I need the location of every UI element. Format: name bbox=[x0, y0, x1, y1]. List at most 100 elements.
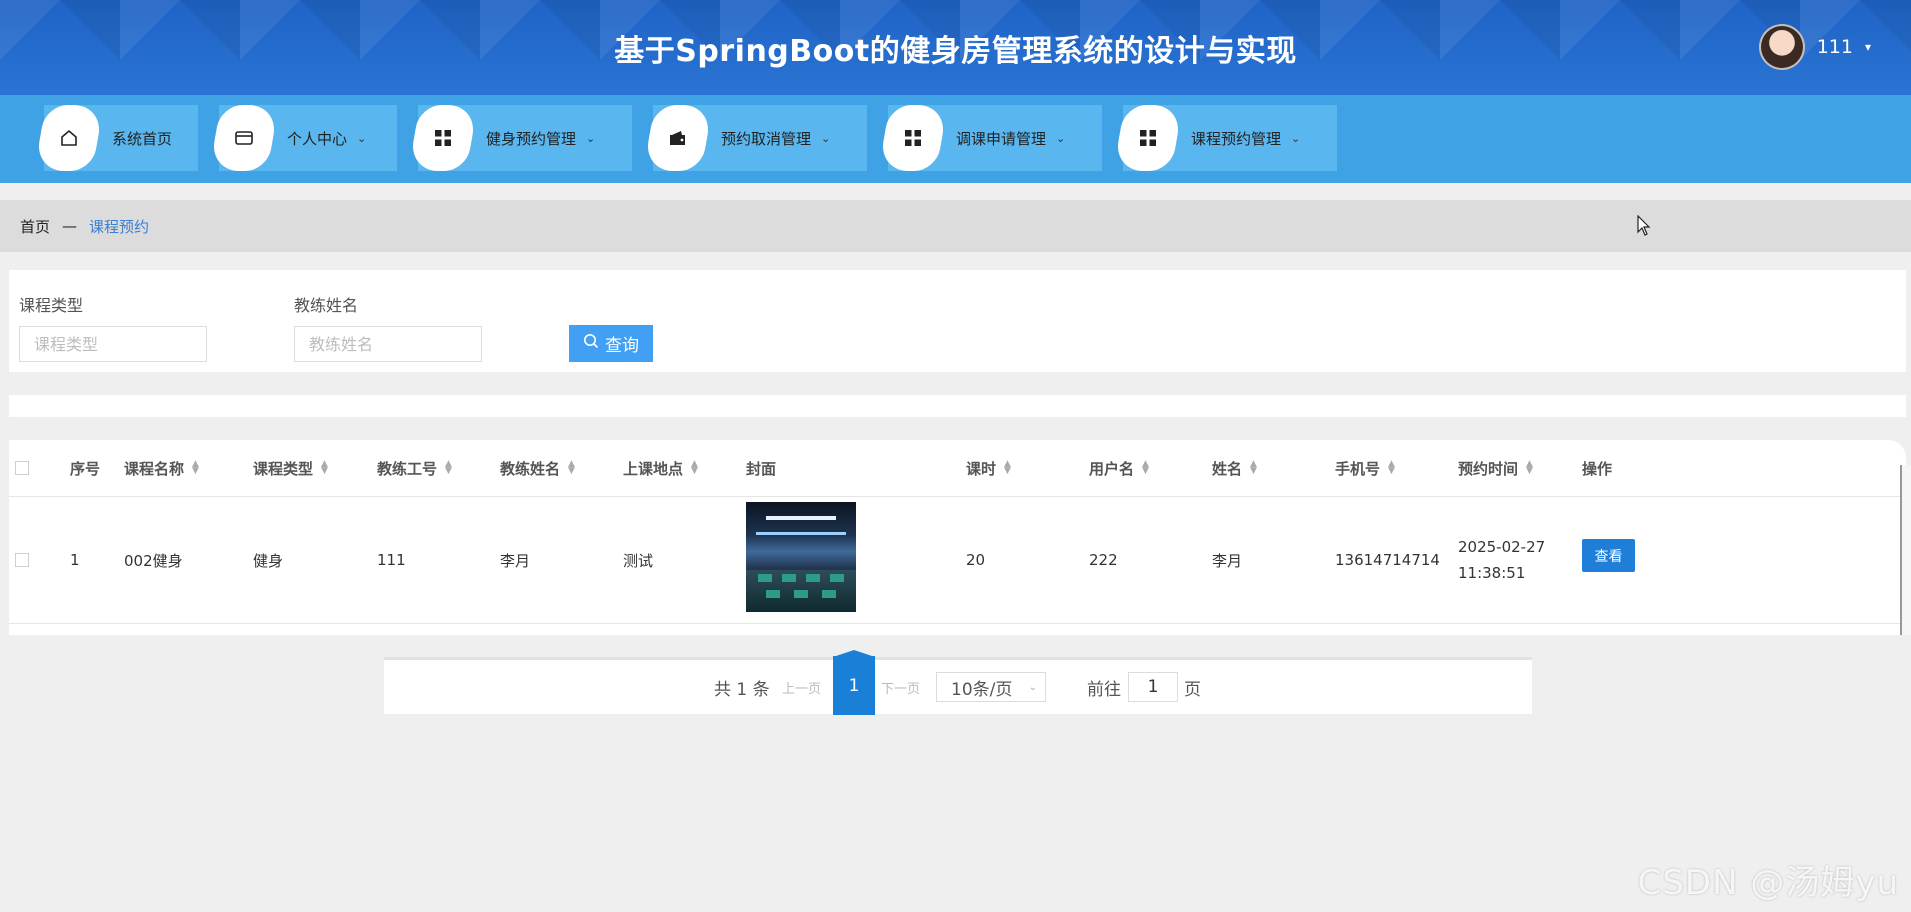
grid-icon bbox=[1139, 129, 1157, 147]
table-row: 1 002健身 健身 111 李月 测试 20 222 李月 136147147… bbox=[9, 497, 1906, 624]
sort-icon: ▲ ▼ bbox=[691, 459, 698, 476]
card-icon bbox=[234, 128, 254, 148]
nav-icon-tile bbox=[408, 105, 478, 171]
search-button-label: 查询 bbox=[605, 336, 639, 356]
column-header[interactable]: 教练姓名 ▲ ▼ bbox=[500, 440, 575, 496]
cell-coach-name: 李月 bbox=[500, 551, 531, 570]
chevron-down-icon: ⌄ bbox=[1056, 131, 1066, 145]
cell-username: 222 bbox=[1089, 551, 1118, 569]
nav-label: 预约取消管理 bbox=[721, 129, 812, 148]
page-title: 基于SpringBoot的健身房管理系统的设计与实现 bbox=[614, 34, 1297, 69]
sort-icon: ▲ ▼ bbox=[568, 459, 575, 476]
toolbar-strip bbox=[9, 395, 1906, 417]
column-header[interactable]: 课程类型 ▲ ▼ bbox=[253, 440, 328, 496]
user-name[interactable]: 111 bbox=[1817, 36, 1853, 58]
home-icon bbox=[59, 128, 79, 148]
view-button[interactable]: 查看 bbox=[1582, 539, 1635, 572]
cell-coach-id: 111 bbox=[377, 551, 406, 569]
column-header[interactable]: 课时 ▲ ▼ bbox=[966, 440, 1011, 496]
chevron-down-icon: ⌄ bbox=[1028, 681, 1037, 693]
nav-item-personal-center[interactable]: 个人中心 ⌄ bbox=[209, 105, 397, 171]
coach-name-field: 教练姓名 bbox=[294, 292, 482, 362]
chevron-down-icon: ⌄ bbox=[821, 131, 831, 145]
select-all-checkbox[interactable] bbox=[15, 461, 29, 475]
sort-icon: ▲ ▼ bbox=[445, 459, 452, 476]
pagination-total: 共 1 条 bbox=[714, 679, 770, 700]
page-number-current[interactable]: 1 bbox=[833, 650, 875, 715]
chevron-down-icon: ⌄ bbox=[586, 131, 596, 145]
nav-label: 课程预约管理 bbox=[1191, 129, 1282, 148]
watermark: CSDN @汤姆yu bbox=[1637, 863, 1899, 903]
course-type-field: 课程类型 bbox=[19, 292, 207, 362]
chevron-down-icon: ⌄ bbox=[1291, 131, 1301, 145]
page-size-value: 10条/页 bbox=[951, 679, 1013, 700]
column-header: 封面 bbox=[746, 459, 777, 478]
nav-item-booking-cancel[interactable]: 预约取消管理 ⌄ bbox=[643, 105, 867, 171]
sort-icon: ▲ ▼ bbox=[321, 459, 328, 476]
cell-hours: 20 bbox=[966, 551, 986, 569]
nav-label: 健身预约管理 bbox=[486, 129, 577, 148]
coach-name-input[interactable] bbox=[294, 326, 482, 362]
prev-page-button[interactable]: 上一页 bbox=[782, 678, 821, 697]
cell-index: 1 bbox=[70, 551, 80, 569]
breadcrumb-current: 课程预约 bbox=[89, 217, 150, 236]
nav-icon-tile bbox=[34, 105, 104, 171]
coach-name-label: 教练姓名 bbox=[294, 296, 359, 315]
page-size-select[interactable]: 10条/页 ⌄ bbox=[936, 672, 1046, 702]
nav-item-course-booking[interactable]: 课程预约管理 ⌄ bbox=[1113, 105, 1337, 171]
column-header[interactable]: 手机号 ▲ ▼ bbox=[1335, 440, 1395, 496]
nav-icon-tile bbox=[209, 105, 279, 171]
search-button[interactable]: 查询 bbox=[569, 325, 653, 362]
column-header[interactable]: 用户名 ▲ ▼ bbox=[1089, 440, 1149, 496]
chevron-down-icon: ⌄ bbox=[357, 131, 367, 145]
search-panel: 课程类型 教练姓名 查询 bbox=[9, 270, 1906, 372]
mouse-cursor-icon bbox=[1637, 214, 1651, 243]
goto-suffix: 页 bbox=[1184, 679, 1201, 700]
nav-item-reschedule[interactable]: 调课申请管理 ⌄ bbox=[878, 105, 1102, 171]
app-header: 基于SpringBoot的健身房管理系统的设计与实现 111 ▾ bbox=[0, 0, 1911, 95]
grid-icon bbox=[904, 129, 922, 147]
nav-icon-tile bbox=[1113, 105, 1183, 171]
caret-down-icon[interactable]: ▾ bbox=[1865, 40, 1871, 54]
nav-label: 系统首页 bbox=[112, 129, 173, 148]
nav-item-home[interactable]: 系统首页 bbox=[34, 105, 198, 171]
cell-course-name: 002健身 bbox=[124, 551, 183, 570]
cover-image[interactable] bbox=[746, 502, 856, 612]
cell-booking-time: 2025-02-27 11:38:51 bbox=[1458, 497, 1578, 623]
column-header: 序号 bbox=[70, 459, 101, 478]
nav-label: 个人中心 bbox=[287, 129, 348, 148]
cell-course-type: 健身 bbox=[253, 551, 284, 570]
row-checkbox[interactable] bbox=[15, 553, 29, 567]
goto-page-input[interactable] bbox=[1128, 672, 1178, 702]
sort-icon: ▲ ▼ bbox=[1250, 459, 1257, 476]
wallet-icon bbox=[668, 129, 688, 147]
table-header: 序号 课程名称 ▲ ▼ 课程类型 ▲ ▼ 教练工号 ▲ ▼ 教练姓名 ▲ ▼ 上课地点 ▲ ▼ 封面… bbox=[9, 440, 1906, 497]
column-header[interactable]: 教练工号 ▲ ▼ bbox=[377, 440, 452, 496]
nav-item-fitness-booking[interactable]: 健身预约管理 ⌄ bbox=[408, 105, 632, 171]
avatar[interactable] bbox=[1758, 24, 1805, 70]
sort-icon: ▲ ▼ bbox=[1004, 459, 1011, 476]
scrollbar[interactable] bbox=[1900, 465, 1911, 635]
nav-icon-tile bbox=[878, 105, 948, 171]
breadcrumb-home[interactable]: 首页 bbox=[20, 216, 50, 237]
sort-icon: ▲ ▼ bbox=[192, 459, 199, 476]
sort-icon: ▲ ▼ bbox=[1142, 459, 1149, 476]
data-table: 序号 课程名称 ▲ ▼ 课程类型 ▲ ▼ 教练工号 ▲ ▼ 教练姓名 ▲ ▼ 上课地点 ▲ ▼ 封面… bbox=[9, 440, 1906, 635]
cell-location: 测试 bbox=[623, 551, 654, 570]
next-page-button[interactable]: 下一页 bbox=[881, 678, 920, 697]
column-header[interactable]: 课程名称 ▲ ▼ bbox=[124, 440, 199, 496]
column-header[interactable]: 姓名 ▲ ▼ bbox=[1212, 440, 1257, 496]
course-type-input[interactable] bbox=[19, 326, 207, 362]
nav-icon-tile bbox=[643, 105, 713, 171]
column-header[interactable]: 预约时间 ▲ ▼ bbox=[1458, 440, 1533, 496]
course-type-label: 课程类型 bbox=[19, 296, 84, 315]
breadcrumb: 首页 — 课程预约 bbox=[0, 200, 1911, 252]
sort-icon: ▲ ▼ bbox=[1388, 459, 1395, 476]
sort-icon: ▲ ▼ bbox=[1526, 459, 1533, 476]
column-header[interactable]: 上课地点 ▲ ▼ bbox=[623, 440, 698, 496]
column-header: 操作 bbox=[1582, 459, 1613, 478]
user-menu[interactable]: 111 ▾ bbox=[1758, 24, 1871, 70]
cell-phone: 13614714714 bbox=[1335, 551, 1440, 569]
booking-time-text: 2025-02-27 11:38:51 bbox=[1458, 538, 1546, 582]
search-icon bbox=[583, 333, 599, 354]
